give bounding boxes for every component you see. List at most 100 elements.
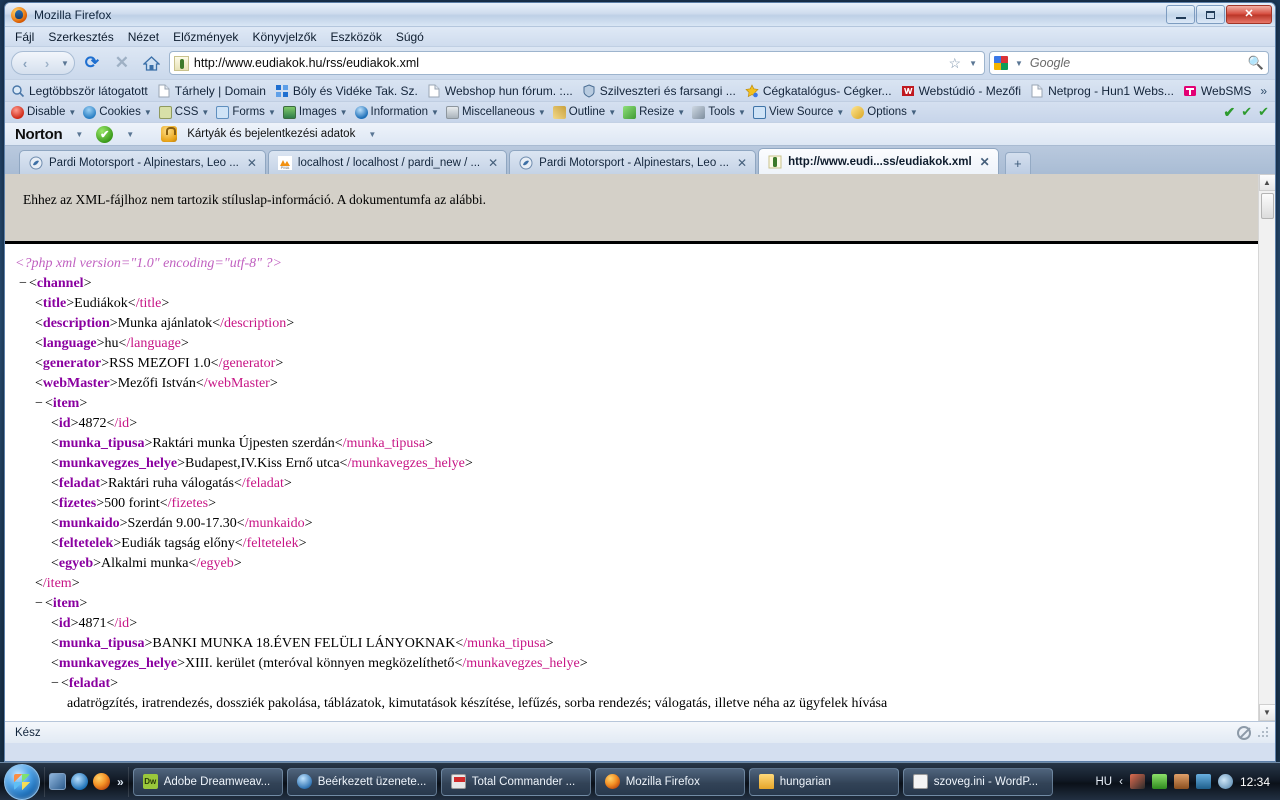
bookmark-star-icon[interactable]: ☆: [949, 55, 962, 72]
collapse-toggle-icon[interactable]: −: [35, 396, 43, 411]
taskbar-button-hungarian[interactable]: hungarian: [748, 767, 899, 796]
tab-close-icon[interactable]: ✕: [488, 156, 498, 170]
reload-button[interactable]: ⟳: [79, 51, 105, 75]
norton-dropdown-icon[interactable]: ▼: [72, 130, 86, 139]
language-indicator[interactable]: HU: [1096, 776, 1113, 788]
forward-button[interactable]: ›: [36, 53, 58, 73]
taskbar-button-total-commander[interactable]: Total Commander ...: [440, 767, 591, 796]
webdev-css[interactable]: CSS ▼: [158, 105, 209, 119]
resize-grip-icon[interactable]: [1257, 726, 1269, 739]
webdev-disable[interactable]: Disable ▼: [11, 105, 76, 119]
webdev-miscellaneous[interactable]: Miscellaneous ▼: [445, 105, 546, 119]
network-icon[interactable]: [1129, 774, 1145, 789]
tab-localhost-phpmyadmin[interactable]: PMA localhost / localhost / pardi_new / …: [267, 150, 508, 174]
shield-icon[interactable]: [1195, 774, 1211, 789]
start-button[interactable]: [4, 763, 40, 800]
bookmark-item[interactable]: Netprog - Hun1 Webs...: [1030, 84, 1174, 98]
close-button[interactable]: ✕: [1226, 5, 1272, 24]
clock[interactable]: 12:34: [1240, 775, 1270, 789]
webdev-forms[interactable]: Forms ▼: [216, 105, 276, 119]
volume-icon[interactable]: [1217, 774, 1233, 789]
miscellaneous-icon: [445, 105, 459, 119]
tray-overflow-icon[interactable]: ‹: [1119, 776, 1123, 788]
taskbar-button-thunderbird[interactable]: Beérkezett üzenete...: [286, 767, 437, 796]
norton-brand-label[interactable]: Norton: [15, 126, 63, 143]
bookmark-item[interactable]: Webshop hun fórum. :...: [427, 84, 573, 98]
tab-close-icon[interactable]: ✕: [737, 156, 747, 170]
check-icon[interactable]: ✔: [1223, 104, 1235, 121]
menu-item-file[interactable]: Fájl: [15, 30, 34, 44]
webdev-label: Forms: [232, 106, 265, 118]
search-engine-dropdown-icon[interactable]: ▼: [1012, 59, 1026, 68]
menu-item-tools[interactable]: Eszközök: [330, 30, 381, 44]
webdev-images[interactable]: Images ▼: [282, 105, 348, 119]
webdev-outline[interactable]: Outline ▼: [552, 105, 616, 119]
firefox-icon[interactable]: [93, 773, 110, 790]
tab-close-icon[interactable]: ✕: [247, 156, 257, 170]
taskbar-button-dreamweaver[interactable]: Dw Adobe Dreamweav...: [132, 767, 283, 796]
search-icon[interactable]: 🔍: [1248, 55, 1264, 71]
tab-close-icon[interactable]: ✕: [980, 155, 990, 169]
webdev-view-source[interactable]: View Source ▼: [752, 105, 844, 119]
maximize-button[interactable]: [1196, 5, 1225, 24]
tab-eudiakok-xml[interactable]: http://www.eudi...ss/eudiakok.xml ✕: [758, 148, 999, 174]
norton-cards-dropdown-icon[interactable]: ▼: [365, 130, 379, 139]
minimize-button[interactable]: [1166, 5, 1195, 24]
taskbar-button-wordpad[interactable]: szoveg.ini - WordP...: [902, 767, 1053, 796]
content-scrollbar[interactable]: ▲ ▼: [1258, 174, 1275, 721]
norton-protection-status-icon[interactable]: ✔: [96, 125, 114, 143]
bookmark-item[interactable]: Tárhely | Domain: [157, 84, 266, 98]
menu-item-bookmarks[interactable]: Könyvjelzők: [252, 30, 316, 44]
webdev-resize[interactable]: Resize ▼: [623, 105, 685, 119]
bookmark-item[interactable]: Legtöbbször látogatott: [11, 84, 148, 98]
xml-node-line: − <item>: [35, 396, 88, 411]
check-circle-icon[interactable]: ✔: [1241, 104, 1252, 120]
tab-strip: Pardi Motorsport - Alpinestars, Leo ... …: [5, 146, 1275, 174]
scroll-up-button[interactable]: ▲: [1258, 174, 1275, 191]
thunderbird-icon: [296, 774, 312, 789]
bookmark-item[interactable]: Bóly és Vidéke Tak. Sz.: [275, 84, 418, 98]
tab-pardi-motorsport-1[interactable]: Pardi Motorsport - Alpinestars, Leo ... …: [19, 150, 266, 174]
collapse-toggle-icon[interactable]: −: [19, 276, 27, 291]
new-tab-button[interactable]: +: [1004, 152, 1031, 174]
menu-item-history[interactable]: Előzmények: [173, 30, 238, 44]
show-desktop-icon[interactable]: [49, 773, 66, 790]
check-circle-icon[interactable]: ✔: [1258, 104, 1269, 120]
norton-status-dropdown-icon[interactable]: ▼: [123, 130, 137, 139]
bookmarks-overflow-chevron-icon[interactable]: »: [1260, 84, 1269, 98]
bookmark-item[interactable]: Cégkatalógus- Cégker...: [745, 84, 892, 98]
download-icon[interactable]: [1151, 774, 1167, 789]
scroll-down-button[interactable]: ▼: [1258, 704, 1275, 721]
menu-item-help[interactable]: Súgó: [396, 30, 424, 44]
bookmark-item[interactable]: Szilveszteri és farsangi ...: [582, 84, 736, 98]
google-engine-icon[interactable]: [994, 56, 1008, 70]
urlbar-dropdown-icon[interactable]: ▼: [966, 59, 980, 68]
bookmark-item[interactable]: Webstúdió - Mezőfi: [901, 84, 1021, 98]
search-input[interactable]: Google: [1030, 56, 1244, 70]
collapse-toggle-icon[interactable]: −: [35, 596, 43, 611]
tab-pardi-motorsport-2[interactable]: Pardi Motorsport - Alpinestars, Leo ... …: [509, 150, 757, 174]
norton-cards-label[interactable]: Kártyák és bejelentkezési adatok: [187, 128, 355, 140]
webdev-options[interactable]: Options ▼: [851, 105, 918, 119]
menu-item-edit[interactable]: Szerkesztés: [48, 30, 113, 44]
scrollbar-thumb[interactable]: [1260, 193, 1274, 219]
bookmark-item[interactable]: WebSMS: [1183, 84, 1251, 98]
webdev-cookies[interactable]: Cookies ▼: [83, 105, 152, 119]
webdev-information[interactable]: Information ▼: [354, 105, 439, 119]
desktop: Mozilla Firefox ✕ Fájl Szerkesztés Nézet…: [0, 0, 1280, 800]
back-button[interactable]: ‹: [14, 53, 36, 73]
history-dropdown-icon[interactable]: ▼: [58, 59, 72, 68]
url-bar[interactable]: http://www.eudiakok.hu/rss/eudiakok.xml …: [168, 51, 985, 75]
menu-item-view[interactable]: Nézet: [128, 30, 159, 44]
collapse-toggle-icon[interactable]: −: [51, 676, 59, 691]
quick-launch-overflow-icon[interactable]: »: [117, 775, 124, 789]
home-button[interactable]: [139, 51, 165, 75]
stop-button[interactable]: ✕: [109, 51, 135, 75]
webdev-tools[interactable]: Tools ▼: [692, 105, 746, 119]
url-input[interactable]: http://www.eudiakok.hu/rss/eudiakok.xml: [194, 56, 944, 70]
no-entry-icon[interactable]: [1237, 725, 1251, 740]
search-bar[interactable]: ▼ Google 🔍: [989, 51, 1269, 75]
battery-icon[interactable]: [1173, 774, 1189, 789]
taskbar-button-firefox[interactable]: Mozilla Firefox: [594, 767, 745, 796]
internet-explorer-icon[interactable]: [71, 773, 88, 790]
